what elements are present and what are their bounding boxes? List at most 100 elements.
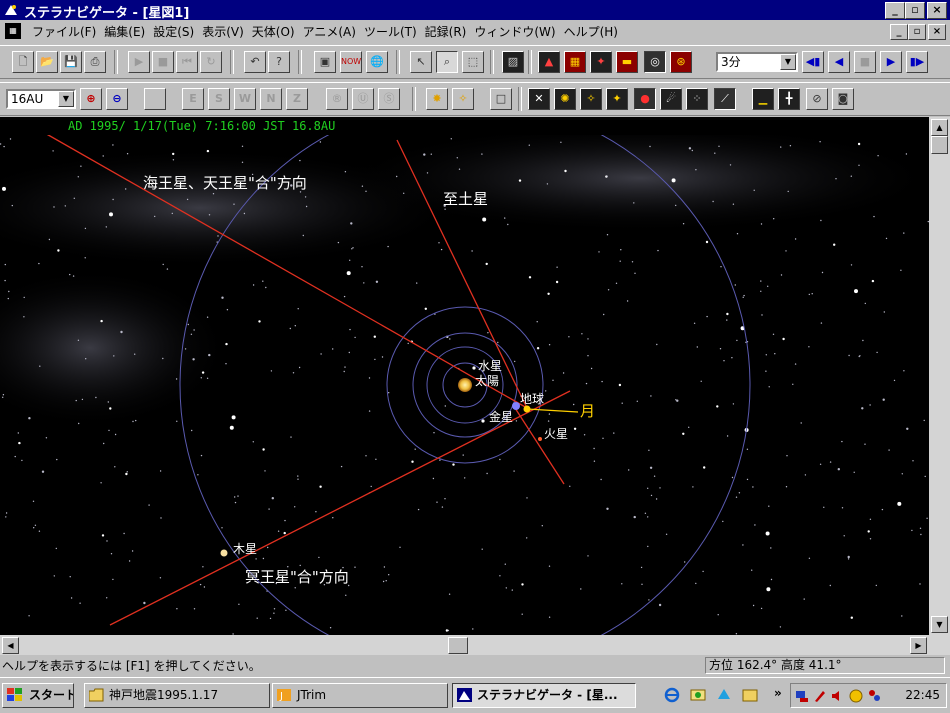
telescope-icon[interactable]: ◎ (644, 51, 666, 73)
vertical-scroll-thumb[interactable] (931, 136, 948, 154)
chart-grid-icon[interactable]: ▦ (564, 51, 586, 73)
pointer-icon[interactable]: ↖ (410, 51, 432, 73)
ecliptic-icon[interactable]: ✺ (554, 88, 576, 110)
new-file-icon[interactable]: 🗋 (12, 51, 34, 73)
time-step-select[interactable]: 3分 ▼ (716, 52, 798, 72)
scroll-right-icon[interactable]: ▶ (910, 637, 927, 654)
internet-explorer-icon[interactable] (664, 687, 680, 703)
outlook-express-icon[interactable] (690, 687, 706, 703)
play-icon[interactable]: ▶ (128, 51, 150, 73)
doc-restore-button[interactable]: ▫ (908, 24, 926, 40)
menu-tools[interactable]: ツール(T) (364, 23, 425, 40)
menu-record[interactable]: 記録(R) (425, 23, 475, 40)
venus-marker[interactable] (481, 419, 485, 423)
planet-mark-icon[interactable]: ● (634, 88, 656, 110)
desktop-folder-icon[interactable] (742, 687, 758, 703)
sky-chart-canvas[interactable]: 海王星、天王星"合"方向 至土星 水星 太陽 地球 月 金星 火星 木星 冥王星… (0, 118, 929, 636)
rotate-u-icon[interactable]: Ⓤ (352, 88, 374, 110)
orbit-line-icon[interactable]: ⟋ (714, 88, 736, 110)
chevron-down-icon[interactable]: ▼ (58, 91, 74, 107)
scroll-up-icon[interactable]: ▲ (931, 119, 948, 136)
menu-window[interactable]: ウィンドウ(W) (474, 23, 563, 40)
select-area-icon[interactable]: ⬚ (462, 51, 484, 73)
planet-table-icon[interactable]: ▬ (616, 51, 638, 73)
camera-icon[interactable]: ◙ (832, 88, 854, 110)
rotate-s-icon[interactable]: Ⓢ (378, 88, 400, 110)
horizontal-scrollbar[interactable]: ◀ ▶ (0, 635, 950, 655)
direction-zenith-button[interactable]: Z (286, 88, 308, 110)
direction-south-button[interactable]: S (208, 88, 230, 110)
task-folder-kobe[interactable]: 神戸地震1995.1.17 (84, 683, 270, 708)
reverse-play-icon[interactable]: ◀ (828, 51, 850, 73)
menu-edit[interactable]: 編集(E) (104, 23, 153, 40)
stop-icon[interactable]: ■ (152, 51, 174, 73)
pause-stop-icon[interactable]: ■ (854, 51, 876, 73)
frame-toggle-icon[interactable]: □ (490, 88, 512, 110)
menu-help[interactable]: ヘルプ(H) (564, 23, 626, 40)
zoom-in-icon[interactable]: ⊕ (80, 88, 102, 110)
step-back-icon[interactable]: ◀▮ (802, 51, 824, 73)
menu-animation[interactable]: アニメ(A) (303, 23, 364, 40)
mercury-marker[interactable] (472, 366, 476, 370)
task-stella-navigator[interactable]: ステラナビゲータ - [星... (452, 683, 636, 708)
save-icon[interactable]: 💾 (60, 51, 82, 73)
title-bar[interactable]: ステラナビゲータ - [星図1] _ ▫ × (0, 0, 950, 21)
scroll-left-icon[interactable]: ◀ (2, 637, 19, 654)
asteroid-icon[interactable]: ⁘ (686, 88, 708, 110)
menu-view[interactable]: 表示(V) (202, 23, 252, 40)
moon-marker[interactable] (523, 405, 531, 413)
vertical-scrollbar[interactable]: ▲ ▼ (929, 117, 950, 635)
direction-east-button[interactable]: E (182, 88, 204, 110)
meteor-icon[interactable]: ▨ (502, 51, 524, 73)
users-icon[interactable] (867, 689, 881, 703)
now-clock-icon[interactable]: NOW (340, 51, 362, 73)
network-icon[interactable] (795, 689, 809, 703)
scheduler-icon[interactable] (849, 689, 863, 703)
pen-icon[interactable] (813, 689, 827, 703)
chart-window-icon[interactable]: ▣ (314, 51, 336, 73)
channel-icon[interactable] (716, 687, 732, 703)
mars-marker[interactable] (538, 437, 542, 441)
scale-select[interactable]: 16AU ▼ (6, 89, 76, 109)
horizon-line-icon[interactable]: ▁ (752, 88, 774, 110)
menu-settings[interactable]: 設定(S) (153, 23, 202, 40)
solar-system-icon[interactable]: ⊛ (670, 51, 692, 73)
more-quicklaunch-chevron[interactable]: » (774, 686, 782, 700)
undo-icon[interactable]: ↶ (244, 51, 266, 73)
nebula-icon[interactable]: ✧ (580, 88, 602, 110)
doc-close-button[interactable]: × (928, 24, 946, 40)
task-jtrim[interactable]: J JTrim (272, 683, 448, 708)
direction-west-button[interactable]: W (234, 88, 256, 110)
menu-object[interactable]: 天体(O) (252, 23, 303, 40)
direction-north-button[interactable]: N (260, 88, 282, 110)
horizon-view-icon[interactable]: ▲ (538, 51, 560, 73)
maximize-button[interactable]: ▫ (905, 2, 925, 19)
start-button[interactable]: スタート (2, 683, 74, 708)
scroll-down-icon[interactable]: ▼ (931, 616, 948, 633)
step-forward-icon[interactable]: ▮▶ (906, 51, 928, 73)
galaxy-icon[interactable]: ✦ (606, 88, 628, 110)
jupiter-marker[interactable] (220, 549, 228, 557)
comet-icon[interactable]: ☄ (660, 88, 682, 110)
rotate-r-icon[interactable]: ® (326, 88, 348, 110)
zoom-magnifier-icon[interactable]: ⌕ (436, 51, 458, 73)
forward-play-icon[interactable]: ▶ (880, 51, 902, 73)
print-icon[interactable]: ⎙ (84, 51, 106, 73)
globe-icon[interactable]: 🌐 (366, 51, 388, 73)
menu-file[interactable]: ファイル(F) (32, 23, 104, 40)
compass-icon[interactable]: ⊘ (806, 88, 828, 110)
chevron-down-icon[interactable]: ▼ (780, 54, 796, 70)
blank-toggle-icon[interactable] (144, 88, 166, 110)
minimize-button[interactable]: _ (885, 2, 905, 19)
close-button[interactable]: × (927, 2, 947, 19)
constellation-icon[interactable]: ✦ (590, 51, 612, 73)
coordinate-grid-icon[interactable]: ✕ (528, 88, 550, 110)
sky-chart-view[interactable]: 海王星、天王星"合"方向 至土星 水星 太陽 地球 月 金星 火星 木星 冥王星… (0, 117, 929, 636)
earth-marker[interactable] (512, 402, 520, 410)
volume-icon[interactable] (831, 689, 845, 703)
star-burst-icon[interactable]: ✸ (426, 88, 448, 110)
rewind-icon[interactable]: ⏮ (176, 51, 198, 73)
repeat-icon[interactable]: ↻ (200, 51, 222, 73)
sparkle-icon[interactable]: ✧ (452, 88, 474, 110)
zoom-out-icon[interactable]: ⊖ (106, 88, 128, 110)
